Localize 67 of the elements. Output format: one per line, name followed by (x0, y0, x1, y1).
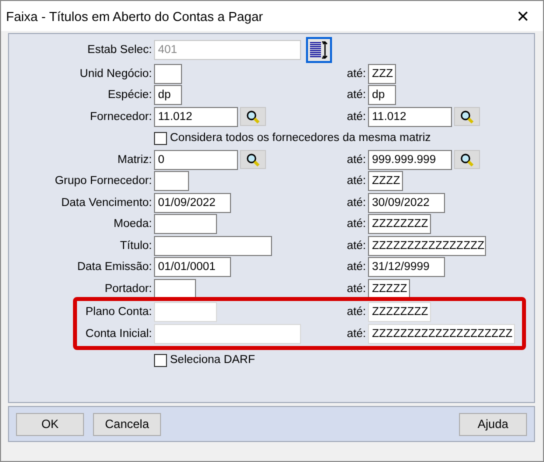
checkbox[interactable] (154, 354, 167, 367)
field-label: Grupo Fornecedor: (54, 175, 152, 188)
range-label: até: (346, 261, 366, 274)
dialog-button[interactable]: OK (16, 412, 84, 436)
search-button[interactable] (240, 150, 266, 170)
input-field[interactable]: 01/09/2022 (154, 192, 231, 213)
list-swap-icon (308, 40, 330, 60)
search-button[interactable] (454, 150, 480, 170)
checkbox-label: Seleciona DARF (170, 354, 256, 366)
input-field[interactable]: ZZZZZZZZZZZZZZZZZZZZ (368, 324, 515, 344)
magnifier-icon (246, 110, 260, 124)
field-label: Moeda: (112, 218, 152, 230)
input-field[interactable] (154, 236, 272, 256)
range-label: até: (346, 154, 366, 166)
input-field[interactable]: ZZZ (368, 64, 396, 84)
input-field[interactable]: 31/12/9999 (368, 257, 445, 278)
range-label: até: (346, 282, 366, 295)
input-field[interactable]: 11.012 (368, 106, 452, 127)
checkbox-option[interactable]: Considera todos os fornecedores da mesma matriz (154, 132, 534, 145)
magnifier-icon (246, 152, 260, 167)
input-field[interactable] (154, 64, 182, 84)
range-label: até: (346, 175, 366, 188)
input-field[interactable]: ZZZZZZZZ (368, 214, 431, 234)
input-field[interactable]: ZZZZZ (368, 278, 410, 299)
field-label: Unid Negócio: (78, 68, 152, 80)
dialog-button[interactable]: Cancela (93, 412, 161, 436)
input-field[interactable]: ZZZZZZZZ (368, 302, 431, 322)
checkbox[interactable] (154, 132, 167, 145)
input-field[interactable]: dp (368, 85, 396, 106)
search-button[interactable] (454, 107, 480, 126)
range-label: até: (346, 68, 366, 80)
field-label: Espécie: (106, 89, 152, 102)
range-label: até: (346, 218, 366, 230)
close-button[interactable]: ✕ (503, 1, 543, 31)
input-field[interactable]: dp (154, 85, 182, 106)
field-label: Matriz: (116, 154, 152, 166)
input-field[interactable]: ZZZZ (368, 171, 403, 192)
field-label: Título: (119, 240, 152, 252)
field-label: Fornecedor: (88, 110, 152, 123)
range-label: até: (346, 196, 366, 209)
field-label: Data Emissão: (76, 261, 152, 274)
magnifier-icon (460, 152, 474, 167)
search-button[interactable] (240, 107, 266, 126)
checkbox-label: Considera todos os fornecedores da mesma matriz (170, 132, 431, 144)
field-label: Plano Conta: (84, 306, 152, 318)
field-label: Estab Selec: (86, 44, 152, 56)
input-field[interactable]: 30/09/2022 (368, 192, 445, 213)
range-label: até: (346, 328, 366, 340)
range-label: até: (346, 89, 366, 102)
range-label: até: (346, 240, 366, 252)
input-field[interactable] (154, 171, 189, 192)
input-field[interactable] (154, 278, 196, 299)
input-field[interactable] (154, 214, 217, 234)
range-label: até: (346, 110, 366, 123)
range-label: até: (346, 306, 366, 318)
input-field[interactable]: 01/01/0001 (154, 257, 231, 278)
dialog-button[interactable]: Ajuda (459, 412, 527, 436)
checkbox-option[interactable]: Seleciona DARF (154, 354, 534, 367)
field-label: Portador: (104, 282, 152, 295)
field-label: Data Vencimento: (60, 196, 152, 209)
field-label: Conta Inicial: (84, 328, 152, 340)
input-field[interactable]: ZZZZZZZZZZZZZZZZ (368, 236, 486, 256)
window-title: Faixa - Títulos em Aberto do Contas a Pagar (6, 8, 264, 24)
magnifier-icon (460, 110, 474, 124)
input-field[interactable]: 11.012 (154, 106, 238, 127)
input-field[interactable]: 0 (154, 150, 238, 170)
input-field[interactable]: 999.999.999 (368, 150, 452, 170)
